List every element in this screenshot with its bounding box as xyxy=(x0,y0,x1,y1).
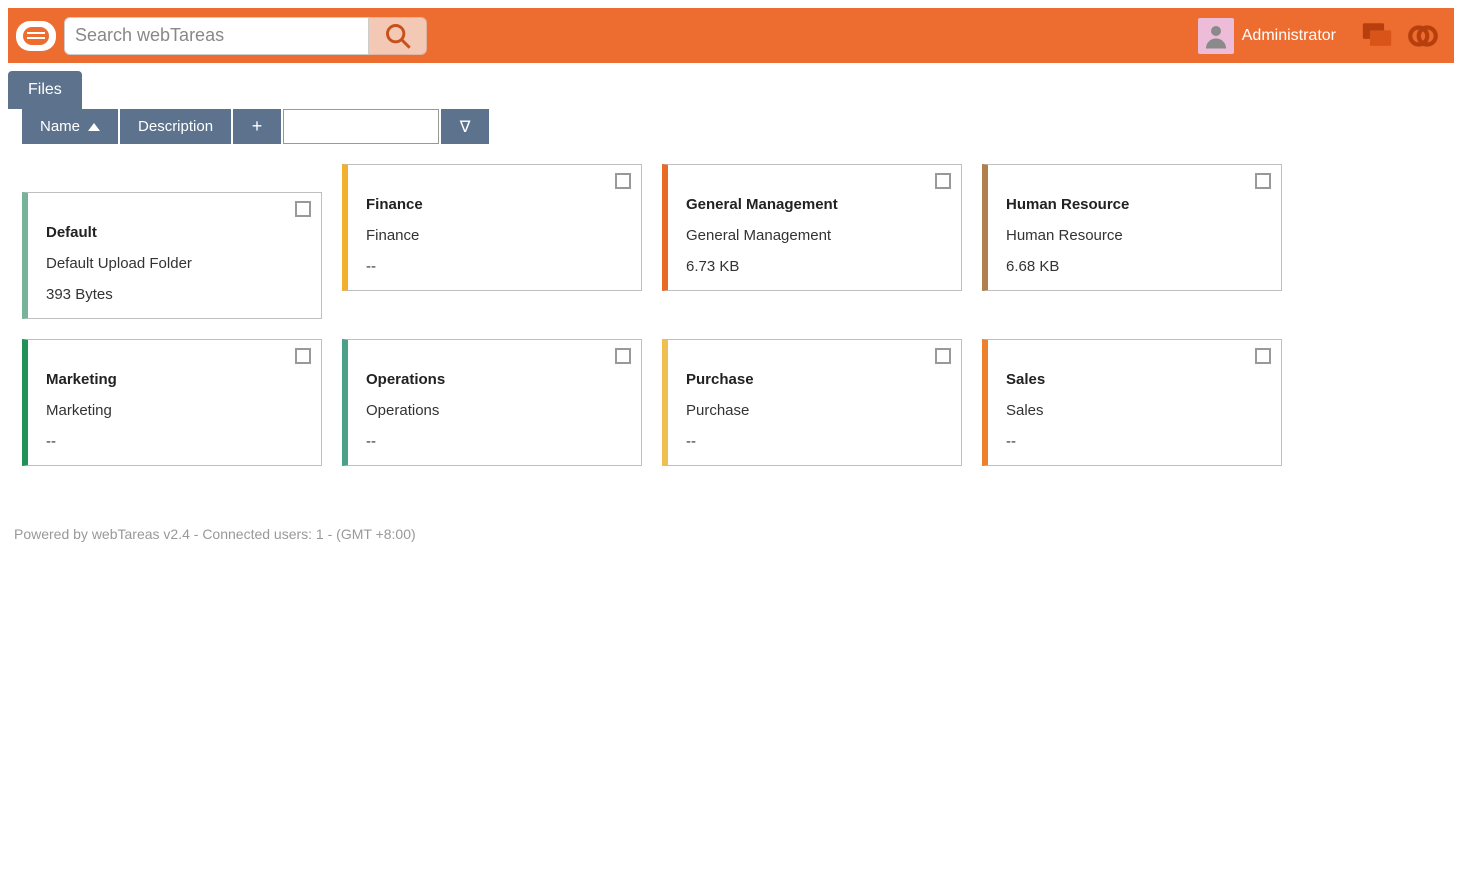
card-title: Human Resource xyxy=(1006,196,1263,213)
card-description: General Management xyxy=(686,227,943,244)
card-description: Marketing xyxy=(46,402,303,419)
card-description: Operations xyxy=(366,402,623,419)
search-box xyxy=(64,17,427,55)
card-description: Human Resource xyxy=(1006,227,1263,244)
folder-card[interactable]: Purchase Purchase -- xyxy=(662,339,962,466)
avatar[interactable] xyxy=(1198,18,1234,54)
link-icon xyxy=(1406,19,1440,53)
brand-logo[interactable] xyxy=(16,21,56,51)
user-icon xyxy=(1201,21,1231,51)
card-description: Purchase xyxy=(686,402,943,419)
card-size: 6.73 KB xyxy=(686,258,943,275)
footer-status: Powered by webTareas v2.4 - Connected us… xyxy=(14,526,1454,542)
tab-files[interactable]: Files xyxy=(8,71,82,109)
folder-card[interactable]: Human Resource Human Resource 6.68 KB xyxy=(982,164,1282,291)
folder-card[interactable]: Finance Finance -- xyxy=(342,164,642,291)
card-title: Marketing xyxy=(46,371,303,388)
card-size: -- xyxy=(366,433,623,450)
card-description: Default Upload Folder xyxy=(46,255,303,272)
card-size: 393 Bytes xyxy=(46,286,303,303)
card-checkbox[interactable] xyxy=(615,348,631,364)
search-icon xyxy=(384,22,412,50)
app-header: Administrator xyxy=(8,8,1454,63)
folder-card[interactable]: General Management General Management 6.73… xyxy=(662,164,962,291)
username-label[interactable]: Administrator xyxy=(1242,27,1336,45)
card-size: 6.68 KB xyxy=(1006,258,1263,275)
search-input[interactable] xyxy=(64,17,369,55)
sort-asc-icon xyxy=(88,123,100,131)
card-title: Finance xyxy=(366,196,623,213)
chat-icon xyxy=(1360,19,1394,53)
card-checkbox[interactable] xyxy=(1255,173,1271,189)
card-title: Default xyxy=(46,224,303,241)
card-title: Purchase xyxy=(686,371,943,388)
card-description: Sales xyxy=(1006,402,1263,419)
folder-card[interactable]: Operations Operations -- xyxy=(342,339,642,466)
folder-card[interactable]: Marketing Marketing -- xyxy=(22,339,322,466)
link-button[interactable] xyxy=(1406,19,1440,53)
card-checkbox[interactable] xyxy=(615,173,631,189)
card-checkbox[interactable] xyxy=(935,348,951,364)
card-checkbox[interactable] xyxy=(295,201,311,217)
card-checkbox[interactable] xyxy=(935,173,951,189)
card-title: General Management xyxy=(686,196,943,213)
card-checkbox[interactable] xyxy=(295,348,311,364)
add-column-button[interactable]: + xyxy=(233,109,281,144)
card-size: -- xyxy=(366,258,623,275)
card-title: Sales xyxy=(1006,371,1263,388)
folder-card[interactable]: Default Default Upload Folder 393 Bytes xyxy=(22,192,322,319)
card-title: Operations xyxy=(366,371,623,388)
messages-button[interactable] xyxy=(1360,19,1394,53)
card-size: -- xyxy=(46,433,303,450)
card-description: Finance xyxy=(366,227,623,244)
card-checkbox[interactable] xyxy=(1255,348,1271,364)
tab-bar: Files xyxy=(8,71,1454,109)
sort-name-button[interactable]: Name xyxy=(22,109,118,144)
filter-input[interactable] xyxy=(283,109,439,144)
card-size: -- xyxy=(1006,433,1263,450)
search-button[interactable] xyxy=(369,17,427,55)
folder-card[interactable]: Sales Sales -- xyxy=(982,339,1282,466)
toolbar: Name Description + ∇ xyxy=(22,109,1454,144)
sort-description-button[interactable]: Description xyxy=(120,109,231,144)
folder-grid: Default Default Upload Folder 393 Bytes Fin… xyxy=(22,164,1454,466)
filter-dropdown-button[interactable]: ∇ xyxy=(441,109,489,144)
sort-name-label: Name xyxy=(40,118,80,135)
card-size: -- xyxy=(686,433,943,450)
